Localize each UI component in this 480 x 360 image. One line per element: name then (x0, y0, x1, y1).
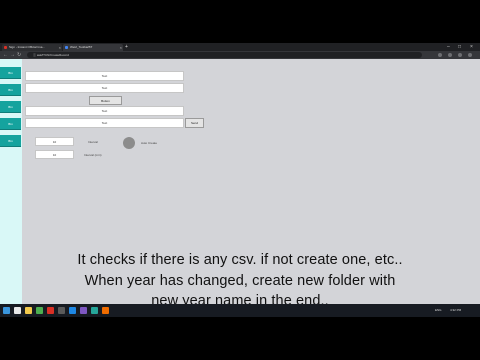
profile-icon[interactable] (458, 53, 462, 57)
start-icon[interactable] (3, 307, 10, 314)
new-tab-button[interactable]: + (125, 43, 128, 51)
desktop-screen: Sign - Instant Official Ima... × Wet2_To… (0, 43, 480, 317)
taskbar-app-icon[interactable] (47, 307, 54, 314)
sidebar: Btn Btn Btn Btn Btn (0, 59, 22, 307)
indicator-label: Auto Create (141, 141, 158, 145)
taskbar-app-icon[interactable] (69, 307, 76, 314)
maximize-button[interactable]: □ (458, 43, 461, 51)
taskbar-clock[interactable]: 4:32 PM (450, 304, 461, 317)
interval-min-input[interactable]: 10 (35, 150, 74, 159)
forward-icon[interactable]: → (10, 51, 15, 59)
tab-close-icon[interactable]: × (59, 44, 61, 51)
browser-tab[interactable]: Sign - Instant Official Ima... × (2, 44, 62, 51)
interval-label: Interval (88, 140, 98, 144)
bookmark-icon[interactable] (448, 53, 452, 57)
text-field-4[interactable]: Text (25, 118, 184, 128)
video-frame: Sign - Instant Official Ima... × Wet2_To… (0, 0, 480, 360)
taskbar-app-icon[interactable] (102, 307, 109, 314)
sidebar-button-4[interactable]: Btn (0, 118, 21, 130)
browser-tab-active[interactable]: Wet2_ToolbarBT × (63, 44, 123, 51)
app-window: Btn Btn Btn Btn Btn Text Text Button Tex… (0, 59, 480, 309)
tab-title: Wet2_ToolbarBT (70, 45, 93, 49)
taskbar-app-icon[interactable] (80, 307, 87, 314)
windows-taskbar: ENG 4:32 PM (0, 304, 480, 317)
center-button[interactable]: Button (89, 96, 122, 105)
browser-tab-bar: Sign - Instant Official Ima... × Wet2_To… (0, 43, 480, 51)
sidebar-button-1[interactable]: Btn (0, 67, 21, 79)
address-bar[interactable]: ⓘ ask/ITCN/CreateRecord (27, 52, 422, 58)
interval-min-label: Interval (min) (84, 153, 102, 157)
back-icon[interactable]: ← (3, 51, 8, 59)
browser-toolbar: ← → ↻ ⓘ ask/ITCN/CreateRecord (0, 51, 480, 59)
tab-title: Sign - Instant Official Ima... (9, 45, 45, 49)
file-explorer-icon[interactable] (25, 307, 32, 314)
taskbar-app-icon[interactable] (36, 307, 43, 314)
tab-favicon-icon (4, 46, 7, 49)
sidebar-button-2[interactable]: Btn (0, 84, 21, 96)
status-indicator-icon (123, 137, 135, 149)
minimize-button[interactable]: – (447, 43, 450, 51)
caption-line-1: It checks if there is any csv. if not cr… (77, 252, 403, 268)
language-indicator[interactable]: ENG (435, 304, 442, 317)
text-field-2[interactable]: Text (25, 83, 184, 93)
sidebar-button-5[interactable]: Btn (0, 135, 21, 147)
send-button[interactable]: Send (185, 118, 204, 128)
text-field-3[interactable]: Text (25, 106, 184, 116)
taskbar-app-icon[interactable] (91, 307, 98, 314)
tab-close-icon[interactable]: × (120, 44, 122, 51)
caption-line-2: When year has changed, create new folder… (84, 273, 396, 289)
interval-input[interactable]: 10 (35, 137, 74, 146)
taskbar-app-icon[interactable] (58, 307, 65, 314)
search-icon[interactable] (14, 307, 21, 314)
extension-icon[interactable] (438, 53, 442, 57)
sidebar-button-3[interactable]: Btn (0, 101, 21, 113)
menu-icon[interactable] (468, 53, 472, 57)
reload-icon[interactable]: ↻ (17, 51, 21, 59)
tab-favicon-icon (65, 46, 68, 49)
close-window-button[interactable]: × (470, 43, 473, 51)
text-field-1[interactable]: Text (25, 71, 184, 81)
